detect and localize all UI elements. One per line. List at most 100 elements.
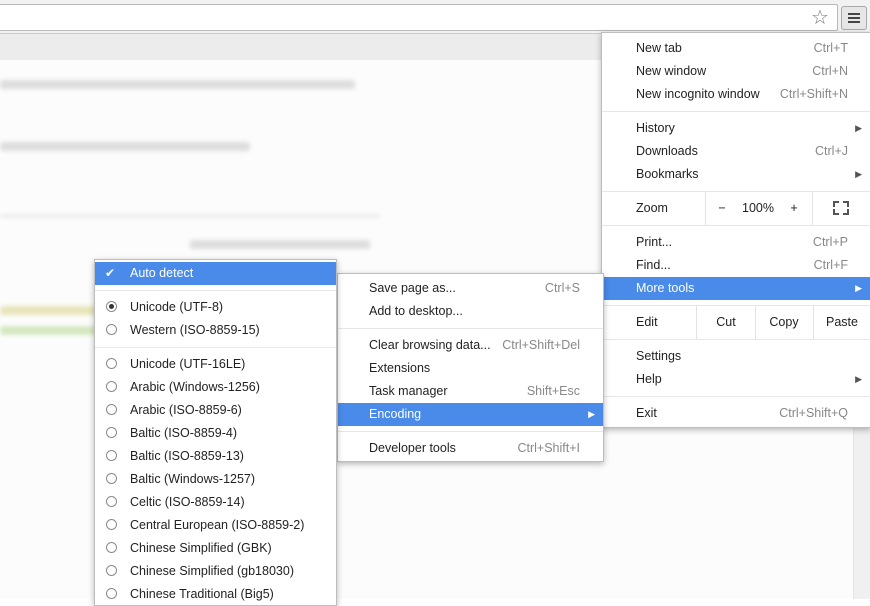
encoding-option[interactable]: Chinese Simplified (GBK) — [95, 537, 336, 560]
menu-item-label: Print... — [636, 235, 673, 249]
shortcut-label: Ctrl+P — [812, 235, 848, 249]
menu-item-label: Auto detect — [130, 266, 194, 280]
chrome-menu-button[interactable] — [841, 6, 867, 30]
menu-item-downloads[interactable]: Downloads Ctrl+J — [602, 140, 870, 163]
menu-item-auto-detect[interactable]: ✔ Auto detect — [95, 262, 336, 285]
encoding-option[interactable]: Unicode (UTF-8) — [95, 296, 336, 319]
menu-item-save-page[interactable]: Save page as... Ctrl+S — [338, 277, 603, 300]
radio-icon — [106, 565, 117, 576]
edit-row: Edit Cut Copy Paste — [602, 306, 870, 339]
encoding-label: Baltic (Windows-1257) — [130, 472, 256, 486]
menu-item-label: Exit — [636, 406, 657, 420]
more-tools-submenu: Save page as... Ctrl+S Add to desktop...… — [337, 273, 604, 462]
encoding-option[interactable]: Western (ISO-8859-15) — [95, 319, 336, 342]
copy-button[interactable]: Copy — [756, 306, 812, 339]
encoding-option[interactable]: Baltic (ISO-8859-13) — [95, 445, 336, 468]
radio-selected-icon — [106, 301, 117, 312]
radio-icon — [106, 381, 117, 392]
menu-item-bookmarks[interactable]: Bookmarks ▶ — [602, 163, 870, 186]
shortcut-label: Ctrl+N — [812, 64, 848, 78]
chrome-main-menu: New tab Ctrl+T New window Ctrl+N New inc… — [601, 32, 870, 428]
submenu-arrow-icon: ▶ — [855, 169, 862, 179]
menu-separator — [602, 225, 870, 226]
encoding-option[interactable]: Arabic (Windows-1256) — [95, 376, 336, 399]
shortcut-label: Ctrl+F — [813, 258, 848, 272]
menu-item-label: New incognito window — [636, 87, 760, 101]
fullscreen-icon[interactable] — [833, 201, 849, 215]
menu-item-new-incognito[interactable]: New incognito window Ctrl+Shift+N — [602, 83, 870, 106]
radio-icon — [106, 358, 117, 369]
encoding-label: Central European (ISO-8859-2) — [130, 518, 305, 532]
radio-icon — [106, 324, 117, 335]
menu-item-extensions[interactable]: Extensions — [338, 357, 603, 380]
menu-separator — [338, 328, 603, 329]
shortcut-label: Ctrl+Shift+Q — [779, 406, 848, 420]
zoom-level-value: 100% — [742, 201, 774, 215]
menu-item-new-window[interactable]: New window Ctrl+N — [602, 60, 870, 83]
menu-item-developer-tools[interactable]: Developer tools Ctrl+Shift+I — [338, 437, 603, 460]
menu-item-history[interactable]: History ▶ — [602, 117, 870, 140]
shortcut-label: Shift+Esc — [526, 384, 580, 398]
zoom-in-button[interactable]: + — [778, 192, 810, 225]
shortcut-label: Ctrl+Shift+Del — [502, 338, 580, 352]
radio-icon — [106, 404, 117, 415]
menu-item-print[interactable]: Print... Ctrl+P — [602, 231, 870, 254]
cut-button[interactable]: Cut — [697, 306, 755, 339]
blurred-text — [0, 80, 355, 89]
menu-item-more-tools[interactable]: More tools ▶ — [602, 277, 870, 300]
encoding-option[interactable]: Baltic (ISO-8859-4) — [95, 422, 336, 445]
menu-item-add-to-desktop[interactable]: Add to desktop... — [338, 300, 603, 323]
menu-item-exit[interactable]: Exit Ctrl+Shift+Q — [602, 402, 870, 425]
menu-item-label: Help — [636, 372, 662, 386]
encoding-label: Arabic (ISO-8859-6) — [130, 403, 242, 417]
menu-item-label: Bookmarks — [636, 167, 699, 181]
menu-item-label: New tab — [636, 41, 682, 55]
browser-toolbar: ☆ — [0, 0, 870, 34]
radio-icon — [106, 427, 117, 438]
encoding-label: Unicode (UTF-8) — [130, 300, 224, 314]
menu-item-label: More tools — [636, 281, 695, 295]
shortcut-label: Ctrl+S — [544, 281, 580, 295]
menu-separator — [602, 111, 870, 112]
encoding-label: Chinese Traditional (Big5) — [130, 587, 274, 601]
menu-item-new-tab[interactable]: New tab Ctrl+T — [602, 37, 870, 60]
encoding-label: Celtic (ISO-8859-14) — [130, 495, 245, 509]
menu-item-settings[interactable]: Settings — [602, 345, 870, 368]
menu-separator — [95, 290, 336, 291]
menu-separator — [338, 431, 603, 432]
encoding-option[interactable]: Arabic (ISO-8859-6) — [95, 399, 336, 422]
encoding-option[interactable]: Chinese Simplified (gb18030) — [95, 560, 336, 583]
zoom-out-button[interactable]: − — [706, 192, 738, 225]
encoding-option[interactable]: Chinese Traditional (Big5) — [95, 583, 336, 605]
menu-item-find[interactable]: Find... Ctrl+F — [602, 254, 870, 277]
zoom-label: Zoom — [636, 201, 668, 215]
paste-button[interactable]: Paste — [814, 306, 870, 339]
radio-icon — [106, 588, 117, 599]
radio-icon — [106, 496, 117, 507]
menu-item-label: Clear browsing data... — [369, 338, 491, 352]
radio-icon — [106, 542, 117, 553]
encoding-option[interactable]: Baltic (Windows-1257) — [95, 468, 336, 491]
menu-item-help[interactable]: Help ▶ — [602, 368, 870, 391]
shortcut-label: Ctrl+T — [813, 41, 848, 55]
checkmark-icon: ✔ — [105, 266, 116, 280]
encoding-label: Baltic (ISO-8859-4) — [130, 426, 237, 440]
encoding-label: Arabic (Windows-1256) — [130, 380, 260, 394]
encoding-label: Chinese Simplified (GBK) — [130, 541, 272, 555]
blurred-text — [0, 142, 250, 151]
shortcut-label: Ctrl+Shift+N — [779, 87, 848, 101]
star-icon[interactable]: ☆ — [809, 7, 831, 29]
menu-separator — [602, 396, 870, 397]
address-bar[interactable] — [0, 4, 838, 31]
menu-item-task-manager[interactable]: Task manager Shift+Esc — [338, 380, 603, 403]
encoding-label: Chinese Simplified (gb18030) — [130, 564, 294, 578]
menu-item-label: Settings — [636, 349, 682, 363]
menu-item-label: Developer tools — [369, 441, 456, 455]
menu-item-clear-browsing-data[interactable]: Clear browsing data... Ctrl+Shift+Del — [338, 334, 603, 357]
submenu-arrow-icon: ▶ — [588, 409, 595, 419]
zoom-divider — [812, 192, 813, 225]
encoding-option[interactable]: Celtic (ISO-8859-14) — [95, 491, 336, 514]
encoding-option[interactable]: Central European (ISO-8859-2) — [95, 514, 336, 537]
encoding-option[interactable]: Unicode (UTF-16LE) — [95, 353, 336, 376]
menu-item-encoding[interactable]: Encoding ▶ — [338, 403, 603, 426]
